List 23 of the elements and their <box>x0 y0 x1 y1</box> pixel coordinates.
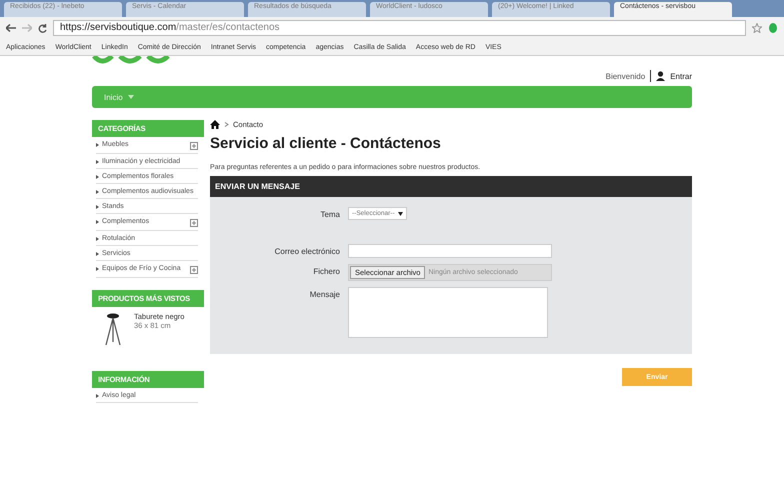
star-icon[interactable] <box>752 23 762 33</box>
welcome-text: Bienvenido <box>606 72 646 80</box>
reload-icon[interactable] <box>38 24 47 32</box>
field-label: Tema <box>319 209 340 219</box>
login-link[interactable]: Entrar <box>670 72 692 80</box>
caret-icon <box>398 212 403 216</box>
email-field[interactable] <box>348 244 552 258</box>
caret-icon[interactable] <box>128 95 134 99</box>
extension-icon[interactable] <box>768 22 778 34</box>
expand-icon[interactable] <box>190 142 198 150</box>
form-heading: ENVIAR UN MENSAJE <box>210 176 692 197</box>
page-title: Servicio al cliente - Contáctenos <box>210 135 442 152</box>
field-label: Fichero <box>312 266 340 276</box>
expand-icon[interactable] <box>190 219 198 227</box>
back-icon[interactable] <box>6 24 16 32</box>
address-field[interactable]: https://servisboutique.com/master/es/contactenos <box>53 20 746 36</box>
expand-icon[interactable] <box>190 266 198 274</box>
field-label: Correo electrónico <box>274 246 340 256</box>
message-field[interactable] <box>348 287 548 338</box>
user-icon <box>656 71 666 81</box>
home-icon[interactable] <box>210 120 220 129</box>
field-label: Mensaje <box>308 289 340 299</box>
chevron-icon <box>224 122 229 127</box>
